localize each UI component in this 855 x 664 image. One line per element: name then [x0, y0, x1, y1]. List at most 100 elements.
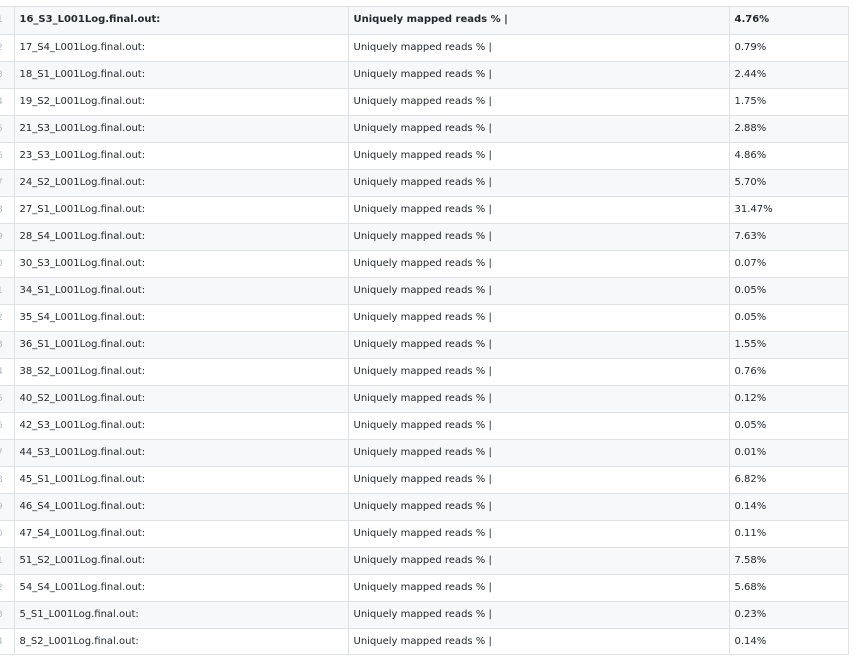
value-cell: 1.55% [729, 331, 848, 359]
line-number: 1 [0, 7, 15, 35]
file-name-cell: 34_S1_L001Log.final.out: [14, 277, 349, 305]
line-number: 6 [0, 142, 15, 170]
metric-cell: Uniquely mapped reads % | [348, 250, 730, 278]
file-name-cell: 28_S4_L001Log.final.out: [14, 223, 349, 251]
line-number: 2 [0, 34, 15, 62]
file-name-cell: 51_S2_L001Log.final.out: [14, 547, 349, 575]
file-name-cell: 35_S4_L001Log.final.out: [14, 304, 349, 332]
metric-cell: Uniquely mapped reads % | [348, 358, 730, 386]
metric-cell: Uniquely mapped reads % | [348, 331, 730, 359]
metric-cell: Uniquely mapped reads % | [348, 61, 730, 89]
metric-cell: Uniquely mapped reads % | [348, 115, 730, 143]
table-row: 827_S1_L001Log.final.out:Uniquely mapped… [0, 196, 848, 224]
line-number: 8 [0, 466, 15, 494]
metric-cell: Uniquely mapped reads % | [348, 277, 730, 305]
line-number: 1 [0, 277, 15, 305]
table-row: 623_S3_L001Log.final.out:Uniquely mapped… [0, 142, 848, 170]
table-row: 419_S2_L001Log.final.out:Uniquely mapped… [0, 88, 848, 116]
metric-cell: Uniquely mapped reads % | [348, 304, 730, 332]
value-cell: 2.44% [729, 61, 848, 89]
metric-cell: Uniquely mapped reads % | [348, 412, 730, 440]
metric-cell: Uniquely mapped reads % | [348, 547, 730, 575]
value-cell: 0.12% [729, 385, 848, 413]
file-name-cell: 38_S2_L001Log.final.out: [14, 358, 349, 386]
table-row: 336_S1_L001Log.final.out:Uniquely mapped… [0, 331, 848, 359]
metric-cell: Uniquely mapped reads % | [348, 142, 730, 170]
value-cell: 0.11% [729, 520, 848, 548]
value-cell: 7.63% [729, 223, 848, 251]
table-row: 521_S3_L001Log.final.out:Uniquely mapped… [0, 115, 848, 143]
metric-cell: Uniquely mapped reads % | [348, 601, 730, 629]
table-row: 642_S3_L001Log.final.out:Uniquely mapped… [0, 412, 848, 440]
table-row: 235_S4_L001Log.final.out:Uniquely mapped… [0, 304, 848, 332]
metric-cell: Uniquely mapped reads % | [348, 88, 730, 116]
file-name-cell: 16_S3_L001Log.final.out: [14, 7, 349, 35]
file-name-cell: 44_S3_L001Log.final.out: [14, 439, 349, 467]
metric-cell: Uniquely mapped reads % | [348, 196, 730, 224]
metric-cell: Uniquely mapped reads % | [348, 493, 730, 521]
table-row: 116_S3_L001Log.final.out:Uniquely mapped… [0, 7, 848, 35]
value-cell: 0.76% [729, 358, 848, 386]
value-cell: 2.88% [729, 115, 848, 143]
file-name-cell: 21_S3_L001Log.final.out: [14, 115, 349, 143]
metric-cell: Uniquely mapped reads % | [348, 223, 730, 251]
line-number: 9 [0, 493, 15, 521]
metric-cell: Uniquely mapped reads % | [348, 574, 730, 602]
line-number: 6 [0, 412, 15, 440]
file-name-cell: 23_S3_L001Log.final.out: [14, 142, 349, 170]
line-number: 3 [0, 601, 15, 629]
line-number: 0 [0, 520, 15, 548]
table-row: 744_S3_L001Log.final.out:Uniquely mapped… [0, 439, 848, 467]
file-name-cell: 30_S3_L001Log.final.out: [14, 250, 349, 278]
file-name-cell: 18_S1_L001Log.final.out: [14, 61, 349, 89]
line-number: 8 [0, 196, 15, 224]
file-name-cell: 19_S2_L001Log.final.out: [14, 88, 349, 116]
value-cell: 0.14% [729, 628, 848, 654]
csv-table: 116_S3_L001Log.final.out:Uniquely mapped… [0, 7, 848, 654]
line-number: 1 [0, 547, 15, 575]
line-number: 4 [0, 88, 15, 116]
value-cell: 4.86% [729, 142, 848, 170]
table-row: 946_S4_L001Log.final.out:Uniquely mapped… [0, 493, 848, 521]
value-cell: 0.79% [729, 34, 848, 62]
line-number: 4 [0, 628, 15, 654]
value-cell: 1.75% [729, 88, 848, 116]
file-name-cell: 46_S4_L001Log.final.out: [14, 493, 349, 521]
table-row: 030_S3_L001Log.final.out:Uniquely mapped… [0, 250, 848, 278]
value-cell: 0.05% [729, 304, 848, 332]
line-number: 5 [0, 115, 15, 143]
line-number: 2 [0, 574, 15, 602]
table-body: 116_S3_L001Log.final.out:Uniquely mapped… [0, 7, 848, 654]
metric-cell: Uniquely mapped reads % | [348, 7, 730, 35]
metric-cell: Uniquely mapped reads % | [348, 385, 730, 413]
table-row: 540_S2_L001Log.final.out:Uniquely mapped… [0, 385, 848, 413]
value-cell: 0.07% [729, 250, 848, 278]
table-row: 151_S2_L001Log.final.out:Uniquely mapped… [0, 547, 848, 575]
table-row: 047_S4_L001Log.final.out:Uniquely mapped… [0, 520, 848, 548]
csv-table-container: 116_S3_L001Log.final.out:Uniquely mapped… [0, 6, 849, 655]
table-row: 35_S1_L001Log.final.out:Uniquely mapped … [0, 601, 848, 629]
table-row: 254_S4_L001Log.final.out:Uniquely mapped… [0, 574, 848, 602]
line-number: 3 [0, 331, 15, 359]
line-number: 4 [0, 358, 15, 386]
line-number: 2 [0, 304, 15, 332]
table-row: 48_S2_L001Log.final.out:Uniquely mapped … [0, 628, 848, 654]
value-cell: 5.68% [729, 574, 848, 602]
file-name-cell: 5_S1_L001Log.final.out: [14, 601, 349, 629]
value-cell: 31.47% [729, 196, 848, 224]
line-number: 3 [0, 61, 15, 89]
file-name-cell: 54_S4_L001Log.final.out: [14, 574, 349, 602]
table-row: 724_S2_L001Log.final.out:Uniquely mapped… [0, 169, 848, 197]
line-number: 9 [0, 223, 15, 251]
table-row: 845_S1_L001Log.final.out:Uniquely mapped… [0, 466, 848, 494]
line-number: 7 [0, 169, 15, 197]
table-row: 217_S4_L001Log.final.out:Uniquely mapped… [0, 34, 848, 62]
value-cell: 7.58% [729, 547, 848, 575]
line-number: 5 [0, 385, 15, 413]
metric-cell: Uniquely mapped reads % | [348, 169, 730, 197]
value-cell: 0.01% [729, 439, 848, 467]
line-number: 7 [0, 439, 15, 467]
line-number: 0 [0, 250, 15, 278]
table-row: 134_S1_L001Log.final.out:Uniquely mapped… [0, 277, 848, 305]
value-cell: 0.23% [729, 601, 848, 629]
